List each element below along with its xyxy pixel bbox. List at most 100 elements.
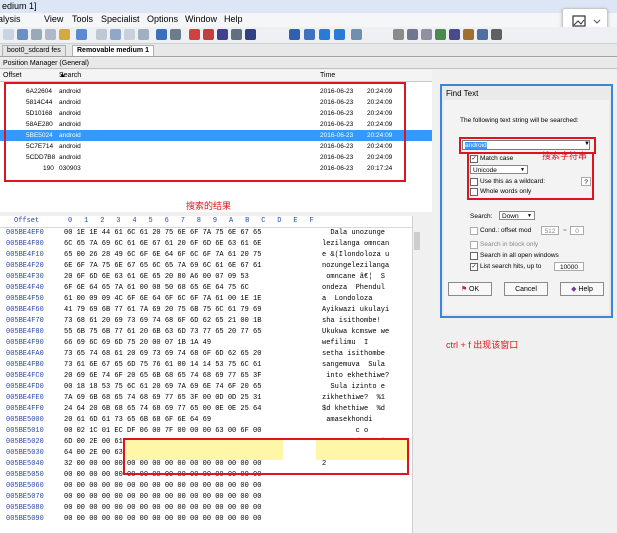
find-dialog-title: Find Text	[446, 89, 479, 98]
cond-value-input[interactable]: 0	[570, 226, 584, 235]
binoculars-icon[interactable]	[189, 29, 200, 40]
hex-row-bytes: 6F 6E 64 65 7A 61 00 08 50 68 65 6E 64 7…	[64, 284, 249, 292]
tools-icon[interactable]	[407, 29, 418, 40]
hex-scroll-thumb[interactable]	[414, 232, 420, 250]
search-direction-select[interactable]: Down ▼	[499, 211, 535, 220]
back-arrow-icon[interactable]	[319, 29, 330, 40]
toolbar	[0, 27, 617, 44]
cond-mod-input[interactable]: 512	[541, 226, 559, 235]
menu-specialist[interactable]: Specialist	[101, 14, 140, 24]
hex-row-bytes: 00 00 00 00 00 00 00 00 00 00 00 00 00 0…	[64, 482, 262, 490]
menu-options[interactable]: Options	[147, 14, 178, 24]
menu-window[interactable]: Window	[185, 14, 217, 24]
hex-row[interactable]: 005BE4FD0 00 18 18 53 75 6C 61 20 69 7A 6…	[0, 382, 412, 393]
undo-icon[interactable]	[76, 29, 87, 40]
copy-icon[interactable]	[59, 29, 70, 40]
ok-icon: ⚑	[460, 286, 468, 293]
paste-zero-icon[interactable]	[138, 29, 149, 40]
hex-row[interactable]: 005BE4F60 41 79 69 6B 77 61 7A 69 20 75 6…	[0, 305, 412, 316]
hex-column-label: 7	[180, 217, 185, 225]
paste-icon[interactable]	[124, 29, 135, 40]
help-icon[interactable]	[477, 29, 488, 40]
calculator-icon[interactable]	[435, 29, 446, 40]
hex-row[interactable]: 005BE4EF0 00 1E 1E 44 61 6C 61 20 75 6E 6…	[0, 228, 412, 239]
menu-view[interactable]: View	[44, 14, 63, 24]
cancel-button[interactable]: Cancel	[504, 282, 548, 296]
list-hits-checkbox[interactable]: ✓	[470, 263, 478, 271]
block-icon[interactable]	[156, 29, 167, 40]
column-offset[interactable]: Offset	[3, 70, 22, 81]
hex-row[interactable]: 005BE4FA0 73 65 74 68 61 20 69 73 69 74 6…	[0, 349, 412, 360]
hex-row-offset: 005BE5060	[6, 482, 44, 490]
disk-icon[interactable]	[393, 29, 404, 40]
hex-row[interactable]: 005BE4FF0 24 64 20 6B 68 65 74 68 69 77 6…	[0, 404, 412, 415]
find-hex-icon[interactable]	[203, 29, 214, 40]
hex-row-offset: 005BE5050	[6, 471, 44, 479]
hex-row-offset: 005BE4FA0	[6, 350, 44, 358]
save-icon[interactable]	[17, 29, 28, 40]
hex-row[interactable]: 005BE4F00 6C 65 7A 69 6C 61 6E 67 61 20 6…	[0, 239, 412, 250]
print-icon[interactable]	[31, 29, 42, 40]
hex-row-bytes: 00 1E 1E 44 61 6C 61 20 75 6E 6F 7A 75 6…	[64, 229, 262, 237]
replace-icon[interactable]	[217, 29, 228, 40]
hex-row[interactable]: 005BE4FE0 7A 69 6B 68 65 74 68 69 77 65 3…	[0, 393, 412, 404]
hex-row[interactable]: 005BE4F50 61 00 09 09 4C 6F 6E 64 6F 6C 6…	[0, 294, 412, 305]
hex-column-label: 9	[212, 217, 218, 225]
tab-removable-medium[interactable]: Removable medium 1	[72, 45, 154, 56]
copy-block-icon[interactable]	[110, 29, 121, 40]
hex-column-label: F	[309, 217, 314, 225]
open-icon[interactable]	[3, 29, 14, 40]
hex-view[interactable]: 005BE4EF0 00 1E 1E 44 61 6C 61 20 75 6E 6…	[0, 228, 412, 533]
hex-row[interactable]: 005BE4FC0 20 69 6E 74 6F 20 65 6B 68 65 7…	[0, 371, 412, 382]
hex-row[interactable]: 005BE4F90 66 69 6C 69 6D 75 20 00 07 1B 1…	[0, 338, 412, 349]
hex-row[interactable]: 005BE5080 00 00 00 00 00 00 00 00 00 00 0…	[0, 503, 412, 514]
hex-row[interactable]: 005BE5090 00 00 00 00 00 00 00 00 00 00 0…	[0, 514, 412, 525]
hex-row-text: $d khethiwe %d	[322, 405, 386, 413]
hex-row[interactable]: 005BE4F10 65 00 26 28 49 6C 6F 6E 64 6F 6…	[0, 250, 412, 261]
help-button[interactable]: ◆ Help	[560, 282, 604, 296]
all-windows-checkbox[interactable]	[470, 252, 478, 260]
hex-row[interactable]: 005BE4FB0 73 61 6E 67 65 6D 75 76 61 00 1…	[0, 360, 412, 371]
list-hits-max-input[interactable]: 10000	[554, 262, 584, 271]
hash-icon[interactable]	[449, 29, 460, 40]
column-time[interactable]: Time	[320, 70, 335, 81]
hex-row-bytes: 00 00 00 00 00 00 00 00 00 00 00 00 00 0…	[64, 504, 262, 512]
goto-sector-icon[interactable]	[304, 29, 315, 40]
hex-row[interactable]: 005BE5000 20 61 6D 61 73 65 6B 68 6F 6E 6…	[0, 415, 412, 426]
tab-boot0-sdcard[interactable]: boot0_sdcard fes	[2, 45, 66, 56]
hex-row[interactable]: 005BE5010 00 02 1C 01 EC DF 06 00 7F 00 0…	[0, 426, 412, 437]
replace-hex-icon[interactable]	[231, 29, 242, 40]
fill-icon[interactable]	[170, 29, 181, 40]
hex-row[interactable]: 005BE4F70 73 68 61 20 69 73 69 74 68 6F 6…	[0, 316, 412, 327]
document-tabs: boot0_sdcard fes Removable medium 1	[0, 44, 617, 57]
hex-row[interactable]: 005BE5070 00 00 00 00 00 00 00 00 00 00 0…	[0, 492, 412, 503]
properties-icon[interactable]	[45, 29, 56, 40]
hex-scrollbar[interactable]	[412, 216, 422, 533]
continue-search-icon[interactable]	[245, 29, 256, 40]
ok-button[interactable]: ⚑ OK	[448, 282, 492, 296]
search-direction-label: Search:	[470, 213, 493, 220]
hex-row-text: wefilimu I	[322, 339, 369, 347]
menu-analysis[interactable]: alysis	[0, 14, 21, 24]
hex-row-bytes: 61 00 09 09 4C 6F 6E 64 6F 6C 6F 7A 61 0…	[64, 295, 262, 303]
hex-column-label: A	[229, 217, 234, 225]
menu-help[interactable]: Help	[224, 14, 243, 24]
forward-arrow-icon[interactable]	[334, 29, 345, 40]
hex-row[interactable]: 005BE4F80 55 6B 75 6B 77 61 20 6B 63 6D 7…	[0, 327, 412, 338]
options-icon[interactable]	[491, 29, 502, 40]
hex-row[interactable]: 005BE4F30 20 6F 6D 6E 63 61 6E 65 20 80 A…	[0, 272, 412, 283]
ram-icon[interactable]	[421, 29, 432, 40]
position-icon[interactable]	[351, 29, 362, 40]
cut-icon[interactable]	[96, 29, 107, 40]
search-icon[interactable]	[463, 29, 474, 40]
block-only-checkbox[interactable]	[470, 241, 478, 249]
goto-offset-icon[interactable]	[289, 29, 300, 40]
hex-row[interactable]: 005BE5060 00 00 00 00 00 00 00 00 00 00 0…	[0, 481, 412, 492]
menu-tools[interactable]: Tools	[72, 14, 93, 24]
hex-row[interactable]: 005BE4F20 6E 6F 7A 75 6E 67 65 6C 65 7A 6…	[0, 261, 412, 272]
hex-row-offset: 005BE5030	[6, 449, 44, 457]
column-search-hits[interactable]: Search hits ▲	[59, 70, 81, 90]
hex-row-offset: 005BE4FE0	[6, 394, 44, 402]
cond-offset-checkbox[interactable]	[470, 227, 478, 235]
hex-row[interactable]: 005BE4F40 6F 6E 64 65 7A 61 00 08 50 68 6…	[0, 283, 412, 294]
